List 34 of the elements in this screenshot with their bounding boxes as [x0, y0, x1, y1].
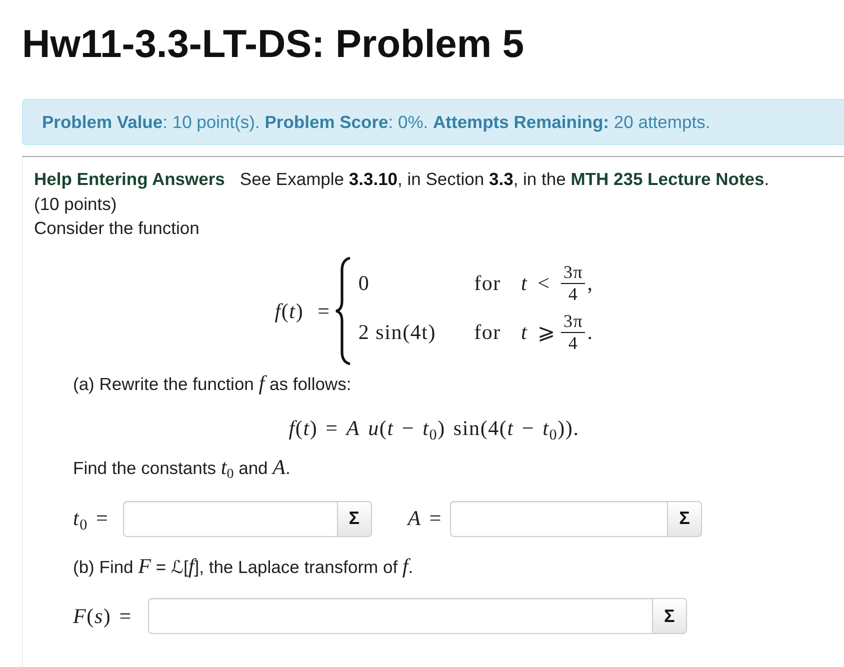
answer-label: t$_{0}$ = [73, 506, 109, 531]
case-punctuation: , [586, 270, 594, 297]
left-brace-icon [333, 256, 354, 366]
lecture-notes-link[interactable]: MTH 235 Lecture Notes [570, 169, 764, 189]
case-condition-word: for [474, 319, 502, 346]
case-expression: 0 [358, 270, 371, 297]
answer-input[interactable] [450, 500, 668, 536]
question-text: Find the constants t$_{0}$ and A. [72, 456, 292, 480]
answer-input[interactable] [148, 598, 652, 634]
fraction-numerator: 3π [561, 310, 586, 332]
equation-editor-button[interactable]: Σ [667, 500, 702, 536]
prompt-text: (a) Rewrite the function f as follows: [72, 372, 352, 396]
fraction-numerator: 3π [561, 262, 586, 284]
formula-text: f(t) = A u(t − t$_{0}$) sin(4(t − t$_{0}$)). [288, 415, 580, 443]
case-expression: 2 sin(4t) [358, 319, 438, 346]
case-relation: t ⩾ [520, 319, 558, 346]
fraction-denominator: 4 [567, 284, 580, 304]
help-link[interactable]: Help Entering Answers [34, 167, 225, 192]
points-text: (10 points) [34, 192, 118, 216]
case-relation: t < [520, 270, 552, 297]
equation-editor-button[interactable]: Σ [336, 500, 372, 536]
answer-label: F(s) = [73, 604, 132, 628]
problem-status-banner: Problem Value: 10 point(s). Problem Score: 0%. Attempts Remaining: 20 attempts. [22, 99, 844, 145]
answer-input[interactable] [122, 500, 337, 536]
case-punctuation: . [586, 319, 594, 346]
answer-label: A = [408, 506, 442, 531]
page-title: Hw11-3.3-LT-DS: Problem 5 [22, 23, 526, 67]
hint-text: See Example 3.3.10, in Section 3.3, in the MTH 235 Lecture Notes. [240, 168, 770, 191]
equation-editor-button[interactable]: Σ [652, 598, 687, 634]
formula-lhs: f(t) = [274, 298, 330, 324]
fraction-denominator: 4 [567, 332, 580, 354]
case-condition-word: for [474, 270, 502, 297]
prompt-text: (b) Find F = ℒ[f], the Laplace transform of f. [72, 554, 414, 579]
intro-text: Consider the function [34, 217, 200, 240]
